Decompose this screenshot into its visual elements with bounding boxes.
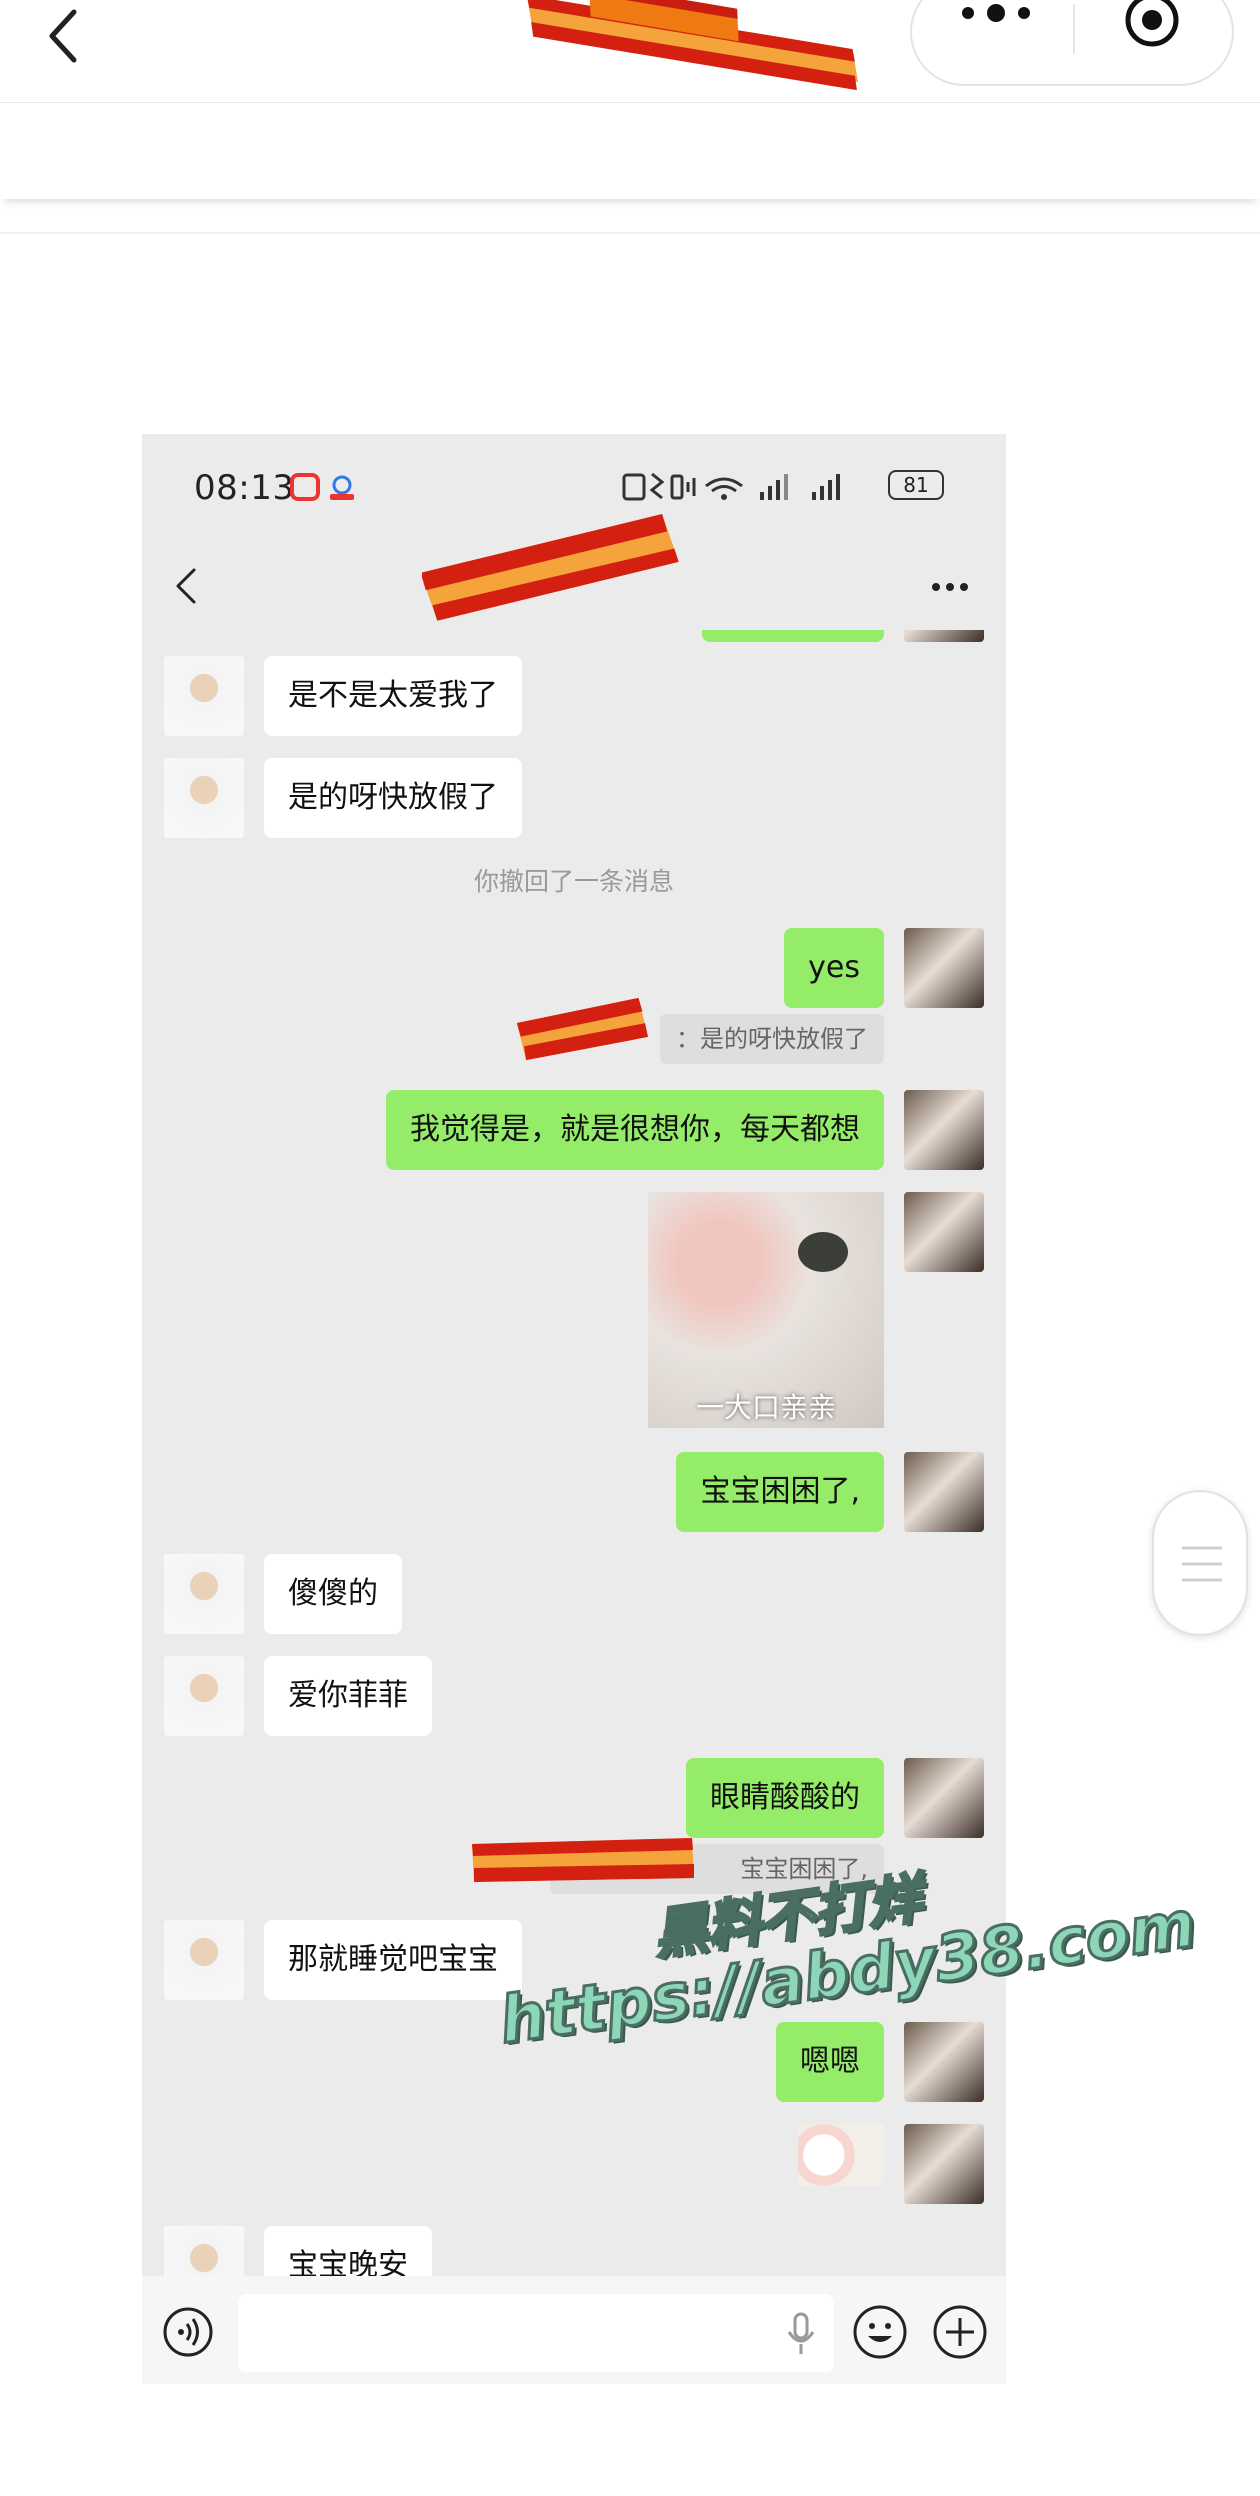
sticker-caption: 一大口亲亲 [695,1391,836,1424]
more-dots-icon[interactable] [930,574,970,600]
more-dots-icon[interactable] [958,0,1034,28]
avatar [904,630,984,642]
message-bubble[interactable]: 我觉得是，就是很想你，每天都想 [386,1090,884,1170]
divider [0,232,1260,234]
menu-lines-icon [1182,1546,1222,1582]
avatar [164,1554,244,1634]
status-time: 08:13 [194,468,295,508]
quoted-message: ：是的呀快放假了 [660,1014,884,1064]
voice-icon[interactable] [162,2306,214,2358]
avatar [904,1192,984,1272]
back-icon[interactable] [174,566,198,606]
contact-name-redaction [422,514,679,621]
message-bubble[interactable]: yes [784,928,884,1008]
avatar [904,1090,984,1170]
emoji-icon[interactable] [852,2304,908,2360]
quote-redaction [516,997,649,1061]
record-icon[interactable] [1122,0,1182,50]
cat-eye [798,1232,848,1272]
capsule-divider [1073,4,1075,54]
recall-notice: 你撤回了一条消息 [473,867,674,896]
avatar [164,656,244,736]
avatar [904,928,984,1008]
notification-icons [290,473,354,501]
sub-header-bar [0,102,1260,199]
message-bubble[interactable]: 爱你菲菲 [264,1656,432,1736]
avatar [904,1452,984,1532]
message-bubble-partial [702,630,884,642]
plus-icon[interactable] [932,2304,988,2360]
title-redaction [526,0,859,91]
sticker-image[interactable]: 一大口亲亲 [648,1192,884,1428]
message-bubble[interactable]: 傻傻的 [264,1554,402,1634]
message-bubble[interactable]: 是不是太爱我了 [264,656,522,736]
message-bubble[interactable]: 是的呀快放假了 [264,758,522,838]
input-bar [142,2276,1006,2384]
message-bubble[interactable]: 宝宝困困了, [676,1452,884,1532]
sticker-image[interactable] [798,2124,884,2186]
capsule-menu [910,0,1234,86]
avatar [904,2124,984,2204]
avatar [164,1920,244,2000]
avatar [164,2226,244,2276]
avatar [164,1656,244,1736]
avatar [164,758,244,838]
message-bubble[interactable]: 宝宝晚安 [264,2226,432,2276]
back-icon[interactable] [44,6,84,66]
battery-indicator: 81 [888,470,944,500]
message-input[interactable] [238,2294,834,2372]
mic-icon[interactable] [786,2312,816,2356]
floating-menu-handle[interactable] [1152,1490,1248,1636]
